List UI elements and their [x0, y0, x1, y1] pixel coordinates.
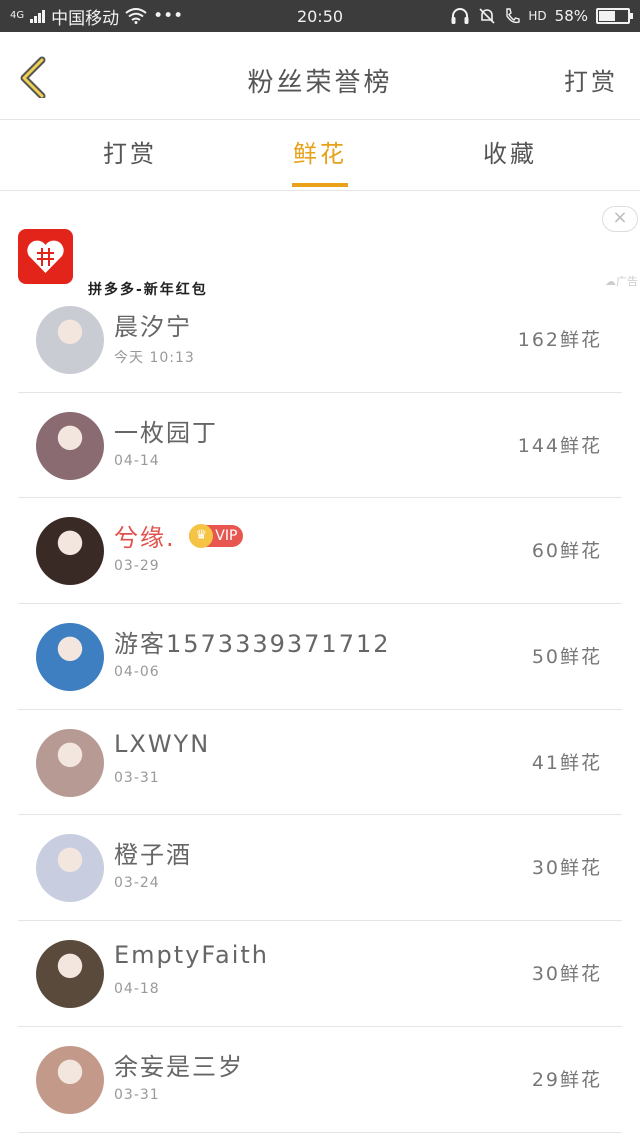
list-item[interactable]: 余妄是三岁 03-31 29鲜花: [18, 1027, 622, 1133]
user-name: 兮缘.: [114, 524, 176, 553]
tab-flowers[interactable]: 鲜花: [250, 120, 390, 191]
flower-count: 30鲜花: [531, 857, 602, 880]
list-item[interactable]: 游客1573339371712 04-06 50鲜花: [18, 604, 622, 710]
list-item[interactable]: 兮缘. ♛ VIP 03-29 60鲜花: [18, 498, 622, 605]
battery-icon: [596, 8, 633, 24]
more-dots: •••: [153, 6, 184, 26]
flower-count: 29鲜花: [531, 1068, 602, 1091]
carrier-name: 中国移动: [51, 8, 120, 29]
wifi-icon: [125, 8, 147, 24]
back-button[interactable]: [14, 54, 58, 100]
user-name: EmptyFaith: [114, 941, 269, 970]
crown-icon: ♛: [189, 524, 214, 549]
date-text: 03-31: [114, 1086, 160, 1103]
user-name: 游客1573339371712: [114, 630, 391, 659]
mute-bell-icon: [479, 8, 495, 24]
reward-button[interactable]: 打赏: [564, 62, 618, 97]
list-item[interactable]: 晨汐宁 今天 10:13 162鲜花: [18, 287, 622, 393]
tab-bar: 打赏 鲜花 收藏: [0, 120, 640, 191]
list-item[interactable]: 橙子酒 03-24 30鲜花: [18, 815, 622, 922]
date-text: 今天 10:13: [114, 350, 195, 366]
user-name: 橙子酒: [114, 841, 192, 870]
fan-list: 晨汐宁 今天 10:13 162鲜花 一枚园丁 04-14 144鲜花 兮缘. …: [18, 287, 622, 1133]
header-bar: 粉丝荣誉榜 打赏: [0, 32, 640, 120]
list-item[interactable]: EmptyFaith 04-18 30鲜花: [18, 921, 622, 1027]
network-type: 4G: [10, 10, 25, 21]
status-right: HD 58%: [450, 7, 633, 25]
tab-favorites-label: 收藏: [483, 140, 537, 168]
avatar: [36, 623, 104, 692]
user-name: 晨汐宁: [114, 313, 192, 341]
user-name: LXWYN: [114, 729, 211, 758]
list-item[interactable]: LXWYN 03-31 41鲜花: [18, 710, 622, 816]
avatar: [36, 517, 104, 586]
headphones-icon: [451, 8, 469, 24]
flower-count: 50鲜花: [531, 646, 602, 669]
flower-count: 162鲜花: [517, 329, 602, 351]
vip-badge: ♛ VIP: [189, 524, 244, 549]
date-text: 04-18: [114, 981, 160, 998]
tab-reward-label: 打赏: [103, 140, 157, 168]
avatar: [36, 940, 104, 1009]
user-name: 一枚园丁: [114, 418, 218, 447]
avatar: [36, 411, 104, 480]
signal-icon: [30, 9, 46, 23]
battery-percent: 58%: [554, 7, 588, 25]
tab-reward[interactable]: 打赏: [60, 120, 200, 191]
date-text: 03-24: [114, 875, 160, 892]
phone-icon: [506, 8, 521, 24]
hd-label: HD: [528, 9, 547, 23]
ad-close-button[interactable]: ×: [602, 206, 638, 232]
flower-count: 41鲜花: [531, 751, 602, 774]
page-title: 粉丝荣誉榜: [247, 68, 393, 98]
avatar: [36, 1045, 104, 1114]
date-text: 03-31: [114, 769, 160, 786]
vip-label: VIP: [215, 528, 238, 545]
flower-count: 60鲜花: [531, 540, 602, 563]
avatar: [36, 728, 104, 797]
status-left: 4G 中国移动 •••: [10, 4, 270, 29]
date-text: 03-29: [114, 558, 160, 575]
date-text: 04-14: [114, 452, 160, 469]
ad-banner[interactable]: 拼多多-新年红包 × ☁广告: [0, 191, 640, 301]
active-tab-indicator: [292, 183, 348, 187]
flower-count: 30鲜花: [531, 963, 602, 986]
user-name-row: 兮缘. ♛ VIP: [114, 518, 244, 553]
list-item[interactable]: 一枚园丁 04-14 144鲜花: [18, 393, 622, 499]
back-arrow-icon: [20, 56, 46, 100]
tab-favorites[interactable]: 收藏: [440, 120, 580, 191]
tab-flowers-label: 鲜花: [293, 140, 347, 168]
avatar: [36, 834, 104, 903]
status-bar: 4G 中国移动 ••• 20:50 HD 58%: [0, 0, 640, 32]
pinduoduo-logo-icon: [18, 229, 73, 284]
flower-count: 144鲜花: [517, 434, 602, 457]
user-name: 余妄是三岁: [114, 1052, 244, 1081]
avatar: [36, 306, 104, 374]
date-text: 04-06: [114, 664, 160, 681]
